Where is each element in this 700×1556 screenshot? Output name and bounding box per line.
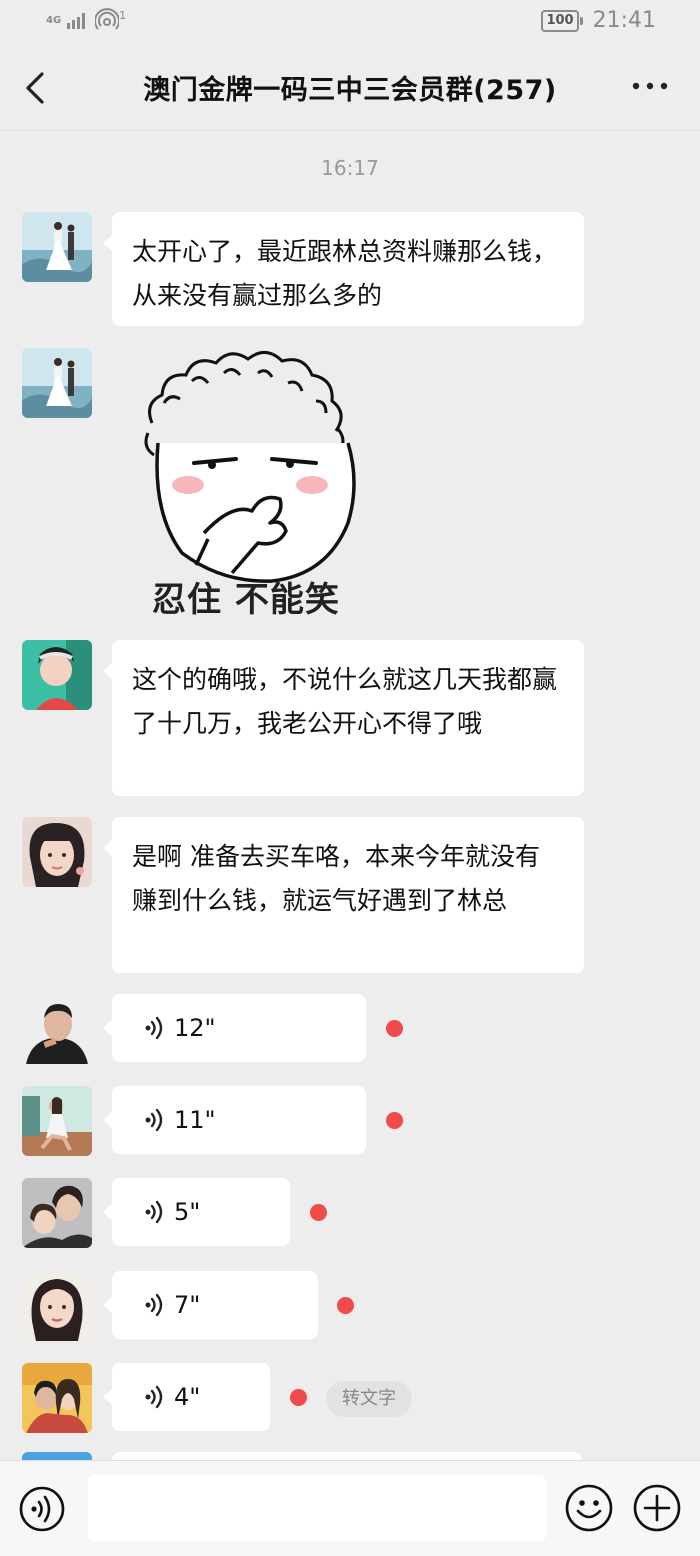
unread-dot	[386, 1020, 403, 1037]
signal-bars-icon	[67, 13, 86, 29]
avatar-image	[22, 1086, 92, 1156]
chat-bubble[interactable]	[112, 1452, 582, 1460]
voice-duration: 4"	[174, 1383, 201, 1411]
network-type: 4G	[46, 14, 62, 26]
avatar[interactable]	[22, 212, 92, 282]
avatar[interactable]	[22, 1086, 92, 1156]
message-text: 这个的确哦，不说什么就这几天我都赢了十几万，我老公开心不得了哦	[132, 665, 558, 738]
status-left: 4G 1	[46, 8, 126, 32]
voice-duration: 7"	[174, 1291, 201, 1319]
message-text: 是啊 准备去买车咯，本来今年就没有赚到什么钱，就运气好遇到了林总	[132, 842, 540, 915]
voice-duration: 5"	[174, 1198, 201, 1226]
unread-dot	[386, 1112, 403, 1129]
voice-wave-icon	[145, 1385, 163, 1409]
voice-wave-icon	[145, 1108, 163, 1132]
avatar-image	[22, 348, 92, 418]
avatar[interactable]	[22, 640, 92, 710]
voice-duration: 12"	[174, 1014, 216, 1042]
avatar[interactable]	[22, 817, 92, 887]
voice-message[interactable]: 4"	[103, 1363, 270, 1431]
unread-dot	[310, 1204, 327, 1221]
message-timestamp: 16:17	[321, 156, 379, 180]
avatar-image	[22, 640, 92, 710]
input-bar	[0, 1460, 700, 1556]
sticker-caption: 忍住 不能笑	[152, 580, 340, 620]
unread-dot	[337, 1297, 354, 1314]
avatar[interactable]	[22, 1178, 92, 1248]
battery-indicator: 100	[541, 9, 583, 32]
chat-bubble[interactable]: 是啊 准备去买车咯，本来今年就没有赚到什么钱，就运气好遇到了林总	[103, 817, 584, 973]
voice-duration: 11"	[174, 1106, 216, 1134]
voice-message[interactable]: 5"	[103, 1178, 290, 1246]
chat-bubble[interactable]: 这个的确哦，不说什么就这几天我都赢了十几万，我老公开心不得了哦	[103, 640, 584, 796]
avatar[interactable]	[22, 1363, 92, 1433]
chat-bubble[interactable]: 太开心了，最近跟林总资料赚那么钱，从来没有赢过那么多的	[103, 212, 584, 326]
avatar-image	[22, 994, 92, 1064]
avatar[interactable]	[22, 994, 92, 1064]
voice-message[interactable]: 12"	[103, 994, 366, 1062]
convert-to-text-button[interactable]: 转文字	[326, 1381, 412, 1417]
avatar[interactable]	[22, 348, 92, 418]
voice-message[interactable]: 11"	[103, 1086, 366, 1154]
clock: 21:41	[592, 8, 656, 33]
status-right: 100 21:41	[541, 8, 656, 33]
chat-header: 澳门金牌一码三中三会员群(257)	[0, 44, 700, 131]
avatar[interactable]	[22, 1452, 92, 1460]
hotspot-badge: 1	[119, 8, 127, 22]
avatar-image	[22, 1178, 92, 1248]
avatar-image	[22, 817, 92, 887]
voice-wave-icon	[145, 1200, 163, 1224]
message-input[interactable]	[88, 1475, 546, 1541]
voice-wave-icon	[145, 1016, 163, 1040]
avatar[interactable]	[22, 1271, 92, 1341]
voice-input-icon[interactable]	[18, 1485, 66, 1533]
more-dots-icon[interactable]	[632, 76, 668, 96]
message-text: 太开心了，最近跟林总资料赚那么钱，从来没有赢过那么多的	[132, 237, 558, 310]
hotspot-icon	[95, 8, 120, 30]
chat-title: 澳门金牌一码三中三会员群(257)	[143, 75, 557, 106]
status-bar: 4G 1 100 21:41	[0, 0, 700, 44]
unread-dot	[290, 1389, 307, 1406]
avatar-image	[22, 212, 92, 282]
voice-message[interactable]: 7"	[103, 1271, 318, 1339]
voice-wave-icon	[145, 1293, 163, 1317]
emoji-icon[interactable]	[564, 1483, 614, 1533]
avatar-image	[22, 1363, 92, 1433]
plus-icon[interactable]	[632, 1483, 682, 1533]
avatar-image	[22, 1271, 92, 1341]
